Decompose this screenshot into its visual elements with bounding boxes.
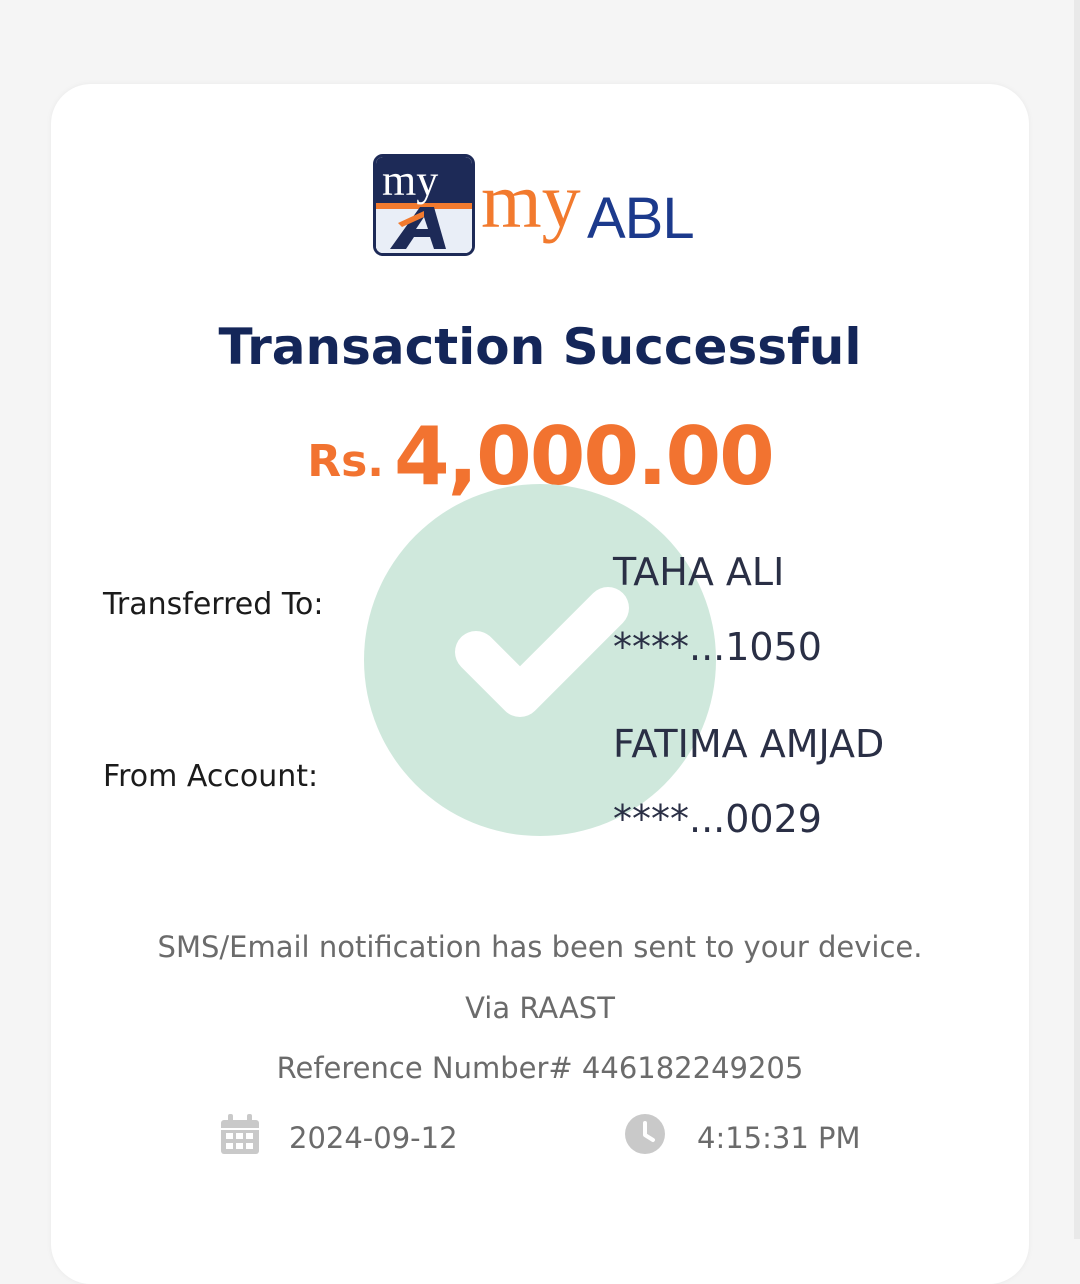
clock-icon (625, 1114, 665, 1154)
transaction-time: 4:15:31 PM (697, 1121, 861, 1155)
from-account-number: ****...0029 (613, 797, 822, 841)
page-title: Transaction Successful (218, 318, 862, 376)
transferred-to-label: Transferred To: (103, 587, 324, 622)
transferred-to-account: ****...1050 (613, 625, 822, 669)
amount-currency: Rs. (307, 436, 385, 487)
calendar-icon (221, 1114, 259, 1154)
from-account-label: From Account: (103, 759, 319, 794)
myabl-logo: my my ABL (373, 154, 713, 270)
reference-number: Reference Number# 446182249205 (276, 1051, 804, 1085)
logo-badge-my: my (382, 157, 438, 205)
logo-text-abl: ABL (587, 186, 695, 251)
channel-text: Via RAAST (465, 991, 615, 1025)
logo-badge-graphic: my (376, 157, 472, 253)
logo-text-my: my (481, 157, 581, 244)
from-account-name: FATIMA AMJAD (613, 722, 885, 766)
logo-badge: my (373, 154, 475, 256)
notification-text: SMS/Email notification has been sent to … (157, 930, 923, 964)
transferred-to-name: TAHA ALI (613, 550, 785, 594)
transaction-date: 2024-09-12 (289, 1121, 458, 1155)
